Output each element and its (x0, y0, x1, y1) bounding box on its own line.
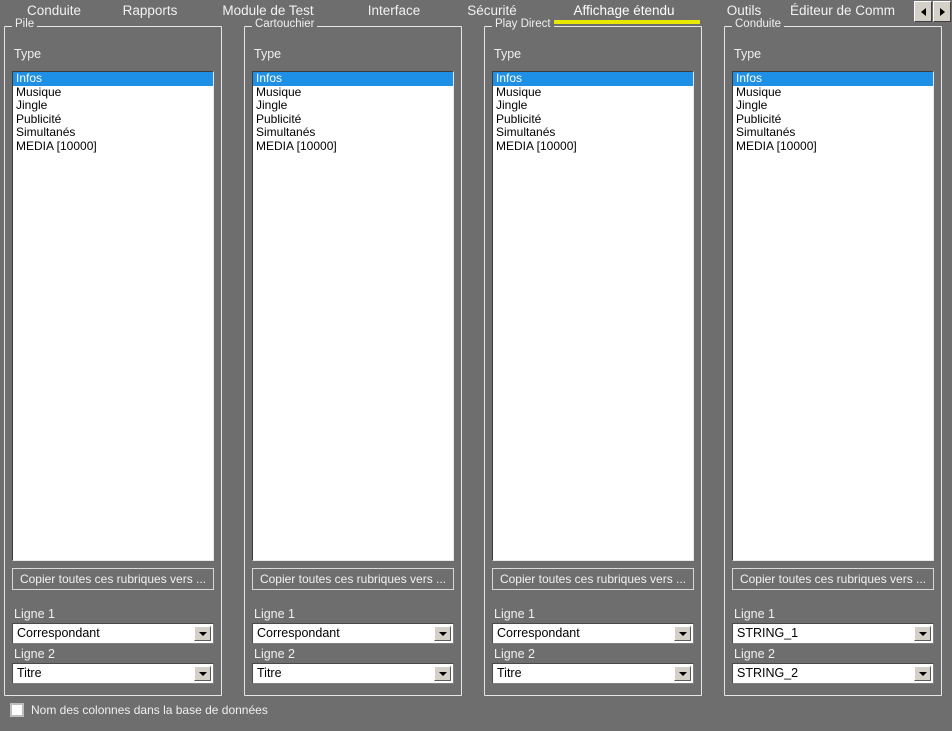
ligne2-label: Ligne 2 (494, 647, 536, 661)
list-item[interactable]: Infos (253, 72, 453, 86)
main-tab-bar: Conduite Rapports Module de Test Interfa… (0, 0, 952, 24)
panel-cartouchier: Cartouchier Type Infos Musique Jingle Pu… (244, 18, 462, 696)
chevron-down-icon[interactable] (194, 626, 211, 641)
copy-rubriques-button[interactable]: Copier toutes ces rubriques vers ... (492, 568, 694, 590)
chevron-down-icon[interactable] (194, 666, 211, 681)
type-listbox[interactable]: Infos Musique Jingle Publicité Simultané… (492, 71, 694, 561)
panel-conduite: Conduite Type Infos Musique Jingle Publi… (724, 18, 942, 696)
ligne1-label: Ligne 1 (494, 607, 536, 621)
list-item[interactable]: Publicité (253, 112, 453, 127)
copy-rubriques-button[interactable]: Copier toutes ces rubriques vers ... (12, 568, 214, 590)
list-item[interactable]: Publicité (13, 112, 213, 127)
ligne2-value: Titre (257, 666, 282, 680)
tab-label: Module de Test (222, 3, 314, 18)
list-item[interactable]: MEDIA [10000] (253, 139, 453, 154)
ligne1-value: STRING_1 (737, 626, 799, 640)
chevron-left-icon (920, 7, 926, 16)
list-item[interactable]: Publicité (733, 112, 933, 127)
list-item[interactable]: Jingle (13, 98, 213, 113)
tab-overflow-clip: Éditeur de Comm (790, 0, 916, 24)
panel-pile: Pile Type Infos Musique Jingle Publicité… (4, 18, 222, 696)
chevron-down-icon[interactable] (914, 666, 931, 681)
list-item[interactable]: Simultanés (13, 125, 213, 140)
list-item[interactable]: Infos (733, 72, 933, 86)
list-item[interactable]: Publicité (493, 112, 693, 127)
panel-body: Type Infos Musique Jingle Publicité Simu… (724, 26, 942, 696)
ligne1-label: Ligne 1 (734, 607, 776, 621)
list-item[interactable]: Jingle (493, 98, 693, 113)
ligne1-value: Correspondant (257, 626, 340, 640)
tab-label: Interface (367, 3, 421, 18)
chevron-down-icon[interactable] (914, 626, 931, 641)
list-item[interactable]: Jingle (733, 98, 933, 113)
tab-affichage-etendu[interactable]: Affichage étendu (546, 0, 702, 24)
ligne2-combobox[interactable]: Titre (492, 663, 694, 684)
ligne2-combobox[interactable]: Titre (252, 663, 454, 684)
list-item[interactable]: MEDIA [10000] (493, 139, 693, 154)
tab-scroll-buttons (913, 1, 951, 22)
ligne2-label: Ligne 2 (734, 647, 776, 661)
tab-scroll-right-button[interactable] (933, 1, 951, 22)
copy-rubriques-button[interactable]: Copier toutes ces rubriques vers ... (252, 568, 454, 590)
list-item[interactable]: Simultanés (733, 125, 933, 140)
type-listbox[interactable]: Infos Musique Jingle Publicité Simultané… (252, 71, 454, 561)
chevron-down-icon[interactable] (674, 666, 691, 681)
tab-editeur-de-commandes[interactable]: Éditeur de Comm (790, 0, 916, 24)
chevron-right-icon (939, 7, 945, 16)
ligne1-value: Correspondant (497, 626, 580, 640)
copy-rubriques-button[interactable]: Copier toutes ces rubriques vers ... (732, 568, 934, 590)
ligne1-combobox[interactable]: Correspondant (252, 623, 454, 644)
chevron-down-icon[interactable] (434, 626, 451, 641)
tab-label: Éditeur de Comm (790, 3, 896, 18)
chevron-down-icon[interactable] (674, 626, 691, 641)
list-item[interactable]: Musique (13, 85, 213, 100)
tab-label: Affichage étendu (573, 3, 675, 18)
list-item[interactable]: Musique (493, 85, 693, 100)
list-item[interactable]: MEDIA [10000] (733, 139, 933, 154)
panel-body: Type Infos Musique Jingle Publicité Simu… (4, 26, 222, 696)
tab-scroll-left-button[interactable] (914, 1, 932, 22)
db-column-names-checkbox-row[interactable]: Nom des colonnes dans la base de données (10, 703, 268, 717)
ligne1-value: Correspondant (17, 626, 100, 640)
ligne2-combobox[interactable]: STRING_2 (732, 663, 934, 684)
chevron-down-icon[interactable] (434, 666, 451, 681)
panel-play-direct: Play Direct Type Infos Musique Jingle Pu… (484, 18, 702, 696)
list-item[interactable]: Jingle (253, 98, 453, 113)
tab-label: Rapports (122, 3, 178, 18)
list-item[interactable]: Infos (493, 72, 693, 86)
tab-rapports[interactable]: Rapports (104, 0, 196, 24)
list-item[interactable]: Simultanés (253, 125, 453, 140)
panel-body: Type Infos Musique Jingle Publicité Simu… (484, 26, 702, 696)
panel-body: Type Infos Musique Jingle Publicité Simu… (244, 26, 462, 696)
ligne1-combobox[interactable]: STRING_1 (732, 623, 934, 644)
type-listbox[interactable]: Infos Musique Jingle Publicité Simultané… (732, 71, 934, 561)
type-label: Type (734, 47, 762, 61)
list-item[interactable]: Musique (733, 85, 933, 100)
ligne2-value: Titre (17, 666, 42, 680)
tab-label: Sécurité (467, 3, 517, 18)
ligne1-label: Ligne 1 (254, 607, 296, 621)
ligne2-value: STRING_2 (737, 666, 799, 680)
ligne1-combobox[interactable]: Correspondant (492, 623, 694, 644)
tab-interface[interactable]: Interface (344, 0, 444, 24)
type-label: Type (14, 47, 42, 61)
list-item[interactable]: Infos (13, 72, 213, 86)
ligne1-label: Ligne 1 (14, 607, 56, 621)
tab-label: Conduite (26, 3, 82, 18)
tab-label: Outils (726, 3, 762, 18)
type-label: Type (494, 47, 522, 61)
ligne2-label: Ligne 2 (254, 647, 296, 661)
type-listbox[interactable]: Infos Musique Jingle Publicité Simultané… (12, 71, 214, 561)
ligne1-combobox[interactable]: Correspondant (12, 623, 214, 644)
list-item[interactable]: MEDIA [10000] (13, 139, 213, 154)
db-column-names-checkbox[interactable] (10, 703, 24, 717)
list-item[interactable]: Musique (253, 85, 453, 100)
ligne2-value: Titre (497, 666, 522, 680)
ligne2-label: Ligne 2 (14, 647, 56, 661)
ligne2-combobox[interactable]: Titre (12, 663, 214, 684)
type-label: Type (254, 47, 282, 61)
tab-underline (548, 20, 700, 24)
list-item[interactable]: Simultanés (493, 125, 693, 140)
db-column-names-label: Nom des colonnes dans la base de données (31, 703, 268, 717)
